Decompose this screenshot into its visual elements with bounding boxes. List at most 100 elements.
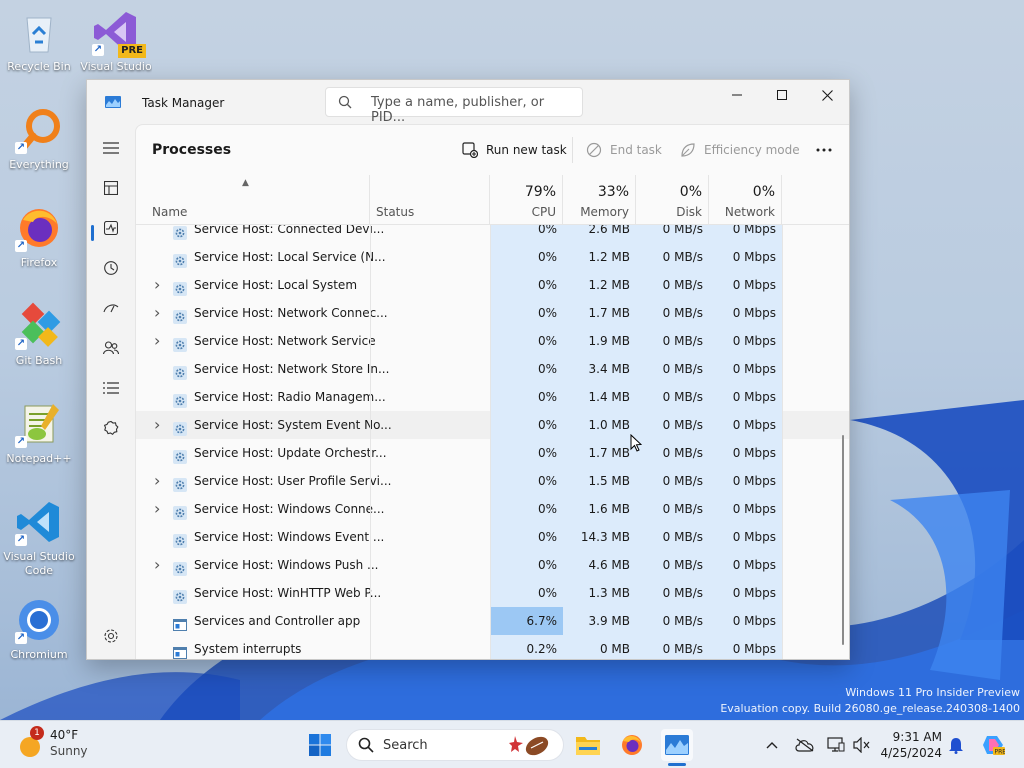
table-row[interactable]: › Service Host: Network Service 0% 1.9 MB 0 … — [136, 327, 849, 355]
table-row[interactable]: Service Host: Network Store In... 0% 3.4 M… — [136, 355, 849, 383]
process-name: Service Host: Network Store In... — [194, 362, 390, 376]
taskbar-firefox[interactable] — [616, 729, 648, 761]
clock-time: 9:31 AM — [892, 730, 942, 744]
table-row[interactable]: Service Host: Radio Managem... 0% 1.4 MB 0 … — [136, 383, 849, 411]
process-memory-cell: 0 MB — [563, 635, 636, 659]
minimize-button[interactable] — [714, 80, 760, 110]
process-disk-cell: 0 MB/s — [636, 355, 709, 383]
nav-performance[interactable] — [95, 214, 127, 242]
table-row[interactable]: Service Host: Windows Event ... 0% 14.3 MB… — [136, 523, 849, 551]
title-bar[interactable]: Task Manager Type a name, publisher, or … — [87, 80, 849, 125]
table-row[interactable]: System interrupts 0.2% 0 MB 0 MB/s 0 Mbps — [136, 635, 849, 659]
task-manager-window: Task Manager Type a name, publisher, or … — [86, 79, 850, 660]
table-row[interactable]: Service Host: Connected Devi... 0% 2.6 MB 0… — [136, 225, 849, 243]
active-app-indicator — [668, 763, 686, 766]
taskbar-search[interactable]: Search — [346, 729, 564, 761]
efficiency-mode-button[interactable]: Efficiency mode — [680, 140, 800, 160]
tray-network[interactable] — [826, 735, 846, 755]
nav-details[interactable] — [95, 374, 127, 402]
process-name-cell: › Service Host: Windows Push ... — [136, 551, 378, 579]
clock-date: 4/25/2024 — [880, 746, 942, 760]
column-divider — [490, 551, 491, 579]
shortcut-arrow-icon: ↗ — [15, 534, 27, 546]
notepad-plus-plus-icon: ↗ — [15, 400, 63, 448]
desktop-icon-everything[interactable]: ↗ Everything — [3, 106, 75, 172]
process-name: Service Host: Windows Conne... — [194, 502, 385, 516]
table-row[interactable]: › Service Host: User Profile Servi... 0% 1.… — [136, 467, 849, 495]
maximize-button[interactable] — [759, 80, 805, 110]
close-button[interactable] — [804, 80, 849, 110]
process-name: Service Host: Radio Managem... — [194, 390, 386, 404]
nav-settings[interactable] — [95, 622, 127, 650]
start-button[interactable] — [304, 729, 336, 761]
shortcut-arrow-icon: ↗ — [15, 142, 27, 154]
table-row[interactable]: Service Host: Update Orchestr... 0% 1.7 MB… — [136, 439, 849, 467]
nav-processes[interactable] — [95, 174, 127, 202]
column-divider — [782, 579, 783, 607]
desktop-icon-git-bash[interactable]: ↗ Git Bash — [3, 302, 75, 368]
app-window-icon — [173, 642, 187, 659]
table-row[interactable]: › Service Host: Local System 0% 1.2 MB 0 MB/… — [136, 271, 849, 299]
expand-chevron-icon[interactable]: › — [154, 551, 162, 579]
column-header-memory[interactable]: 33% Memory — [563, 175, 636, 225]
desktop-icon-vscode[interactable]: ↗ Visual Studio Code — [3, 498, 75, 578]
hamburger-menu-button[interactable] — [95, 134, 127, 162]
process-disk-cell: 0 MB/s — [636, 607, 709, 635]
process-status-cell — [370, 551, 490, 579]
process-disk-cell: 0 MB/s — [636, 271, 709, 299]
expand-chevron-icon[interactable]: › — [154, 299, 162, 327]
table-row[interactable]: › Service Host: Windows Conne... 0% 1.6 MB 0… — [136, 495, 849, 523]
desktop-icon-firefox[interactable]: ↗ Firefox — [3, 204, 75, 270]
expand-chevron-icon[interactable]: › — [154, 327, 162, 355]
desktop-icon-recycle-bin[interactable]: Recycle Bin — [3, 8, 75, 74]
process-memory-cell: 1.2 MB — [563, 271, 636, 299]
notification-badge: 1 — [30, 726, 44, 740]
column-header-name[interactable]: ▲ Name — [136, 175, 370, 225]
process-name: Service Host: Network Service — [194, 334, 376, 348]
process-status-cell — [370, 299, 490, 327]
notifications-button[interactable] — [946, 735, 966, 755]
end-task-button[interactable]: End task — [586, 140, 662, 160]
nav-startup-apps[interactable] — [95, 294, 127, 322]
nav-users[interactable] — [95, 334, 127, 362]
table-row[interactable]: › Service Host: Windows Push ... 0% 4.6 MB 0… — [136, 551, 849, 579]
service-gear-icon — [173, 278, 187, 296]
run-new-task-button[interactable]: Run new task — [462, 140, 567, 160]
column-header-cpu[interactable]: 79% CPU — [490, 175, 563, 225]
expand-chevron-icon[interactable]: › — [154, 271, 162, 299]
table-row[interactable]: Services and Controller app 6.7% 3.9 MB 0 M… — [136, 607, 849, 635]
process-memory-cell: 3.9 MB — [563, 607, 636, 635]
table-row[interactable]: Service Host: Local Service (N... 0% 1.2 M… — [136, 243, 849, 271]
column-divider — [490, 467, 491, 495]
nav-services[interactable] — [95, 414, 127, 442]
taskbar-clock[interactable]: 9:31 AM 4/25/2024 — [878, 729, 942, 761]
expand-chevron-icon[interactable]: › — [154, 467, 162, 495]
expand-chevron-icon[interactable]: › — [154, 411, 162, 439]
desktop-icon-chromium[interactable]: ↗ Chromium — [3, 596, 75, 662]
column-header-disk[interactable]: 0% Disk — [636, 175, 709, 225]
tray-onedrive[interactable] — [795, 735, 815, 755]
process-list[interactable]: Service Host: Connected Devi... 0% 2.6 MB 0… — [136, 225, 849, 659]
vertical-scrollbar[interactable] — [842, 435, 844, 645]
copilot-button[interactable]: PRE — [980, 735, 1006, 756]
taskbar-task-manager[interactable] — [661, 729, 693, 761]
show-hidden-icons-button[interactable] — [762, 735, 782, 755]
column-header-network[interactable]: 0% Network — [709, 175, 782, 225]
table-row[interactable]: Service Host: WinHTTP Web P... 0% 1.3 MB 0 … — [136, 579, 849, 607]
expand-chevron-icon[interactable]: › — [154, 495, 162, 523]
table-row[interactable]: › Service Host: Network Connec... 0% 1.7 MB… — [136, 299, 849, 327]
tray-volume[interactable] — [852, 735, 872, 755]
column-divider — [490, 225, 491, 243]
nav-app-history[interactable] — [95, 254, 127, 282]
search-box[interactable]: Type a name, publisher, or PID... — [325, 87, 583, 125]
table-row[interactable]: › Service Host: System Event No... 0% 1.0 M… — [136, 411, 849, 439]
vscode-icon: ↗ — [15, 498, 63, 546]
taskbar-file-explorer[interactable] — [572, 729, 604, 761]
process-network-cell: 0 Mbps — [709, 439, 782, 467]
more-options-button[interactable] — [816, 140, 832, 160]
desktop-icon-notepad-plus-plus[interactable]: ↗ Notepad++ — [3, 400, 75, 466]
desktop-icon-visual-studio-preview[interactable]: ↗ PRE Visual Studio 2022 Preview — [80, 8, 152, 74]
process-disk-cell: 0 MB/s — [636, 495, 709, 523]
process-cpu-cell: 0% — [490, 355, 563, 383]
column-header-status[interactable]: Status — [370, 175, 490, 225]
